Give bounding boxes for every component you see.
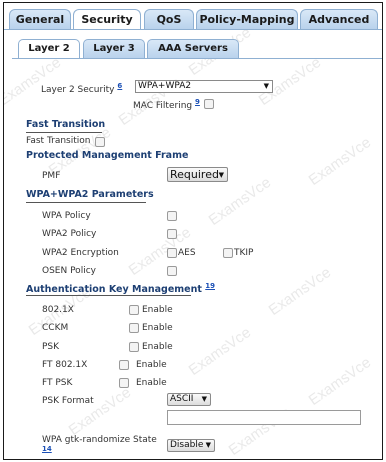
sub-tab-bar: Layer 2 Layer 3 AAA Servers [4, 30, 382, 59]
layer2-security-ref-link[interactable]: 6 [117, 82, 122, 90]
akm-heading: Authentication Key Management 19 [26, 282, 215, 295]
akm-enable-label: Enable [136, 378, 167, 388]
psk-format-select[interactable]: ASCII ▼ [167, 393, 211, 406]
pmf-select[interactable]: Required ▼ [167, 167, 228, 182]
wpa-policy-checkbox[interactable] [167, 211, 177, 221]
aes-label: AES [178, 248, 196, 258]
top-tab-bar: General Security QoS Policy-Mapping Adva… [4, 3, 382, 30]
wpa2-policy-checkbox[interactable] [167, 229, 177, 239]
gtk-randomize-ref-link[interactable]: 14 [42, 445, 52, 453]
wpa2-policy-label: WPA2 Policy [42, 229, 97, 239]
akm-row-label: FT 802.1X [42, 360, 88, 370]
layer2-security-label: Layer 2 Security 6 [41, 82, 122, 95]
mac-filtering-ref-link[interactable]: 9 [195, 98, 200, 106]
aes-checkbox[interactable] [167, 248, 177, 258]
akm-rule [26, 295, 191, 296]
layer2-security-text: Layer 2 Security [41, 85, 115, 95]
akm-row-label: FT PSK [42, 378, 73, 388]
psk-format-value: ASCII [170, 394, 194, 404]
mac-filtering-checkbox[interactable] [204, 99, 214, 109]
wlan-security-panel: ExamsVce ExamsVce ExamsVce ExamsVce Exam… [3, 2, 383, 460]
subtab-layer2[interactable]: Layer 2 [18, 39, 80, 59]
mac-filtering-text: MAC Filtering [133, 101, 193, 111]
akm-psk-checkbox[interactable] [129, 342, 139, 352]
psk-key-input[interactable] [167, 410, 361, 425]
osen-policy-checkbox[interactable] [167, 266, 177, 276]
akm-enable-label: Enable [136, 360, 167, 370]
akm-8021x-checkbox[interactable] [129, 305, 139, 315]
osen-policy-label: OSEN Policy [42, 266, 96, 276]
fast-transition-rule [26, 132, 102, 133]
subtab-layer3[interactable]: Layer 3 [83, 39, 145, 58]
wpa2-encryption-label: WPA2 Encryption [42, 248, 119, 258]
akm-row-label: 802.1X [42, 305, 74, 315]
tab-advanced[interactable]: Advanced [300, 9, 378, 29]
fast-transition-heading: Fast Transition [26, 119, 106, 130]
gtk-randomize-label: WPA gtk-randomize State [42, 435, 157, 445]
chevron-down-icon: ▼ [201, 395, 207, 403]
fast-transition-checkbox[interactable] [95, 137, 105, 147]
wpa-policy-label: WPA Policy [42, 211, 91, 221]
fast-transition-label: Fast Transition [26, 136, 91, 146]
subtab-aaa-servers[interactable]: AAA Servers [147, 39, 239, 58]
akm-ft-psk-checkbox[interactable] [119, 378, 129, 388]
chevron-down-icon: ▼ [205, 441, 211, 449]
gtk-randomize-value: Disable [170, 440, 204, 450]
akm-enable-label: Enable [142, 342, 173, 352]
akm-ft-8021x-checkbox[interactable] [119, 360, 129, 370]
mac-filtering-label: MAC Filtering 9 [133, 98, 200, 111]
chevron-down-icon: ▼ [263, 82, 269, 90]
akm-heading-text: Authentication Key Management [26, 284, 202, 296]
akm-enable-label: Enable [142, 323, 173, 333]
tkip-checkbox[interactable] [223, 248, 233, 258]
chevron-down-icon: ▼ [218, 171, 224, 179]
layer2-security-value: WPA+WPA2 [138, 81, 192, 91]
tab-security[interactable]: Security [73, 9, 141, 30]
tab-policy-mapping[interactable]: Policy-Mapping [196, 9, 298, 29]
psk-format-label: PSK Format [42, 396, 94, 406]
layer2-content: Layer 2 Security 6 WPA+WPA2 ▼ MAC Filter… [4, 59, 382, 459]
akm-cckm-checkbox[interactable] [129, 323, 139, 333]
akm-row-label: CCKM [42, 323, 69, 333]
pmf-value: Required [170, 168, 219, 181]
pmf-heading: Protected Management Frame [26, 150, 189, 161]
layer2-security-select[interactable]: WPA+WPA2 ▼ [135, 80, 273, 93]
gtk-randomize-select[interactable]: Disable ▼ [167, 439, 215, 452]
wpa-parameters-heading: WPA+WPA2 Parameters [26, 189, 154, 200]
pmf-label: PMF [42, 171, 61, 181]
tab-general[interactable]: General [9, 9, 71, 29]
akm-ref-link[interactable]: 19 [205, 282, 215, 290]
tab-qos[interactable]: QoS [144, 9, 194, 29]
tkip-label: TKIP [234, 248, 254, 258]
akm-enable-label: Enable [142, 305, 173, 315]
akm-row-label: PSK [42, 342, 60, 352]
wpa-parameters-rule [26, 202, 146, 203]
